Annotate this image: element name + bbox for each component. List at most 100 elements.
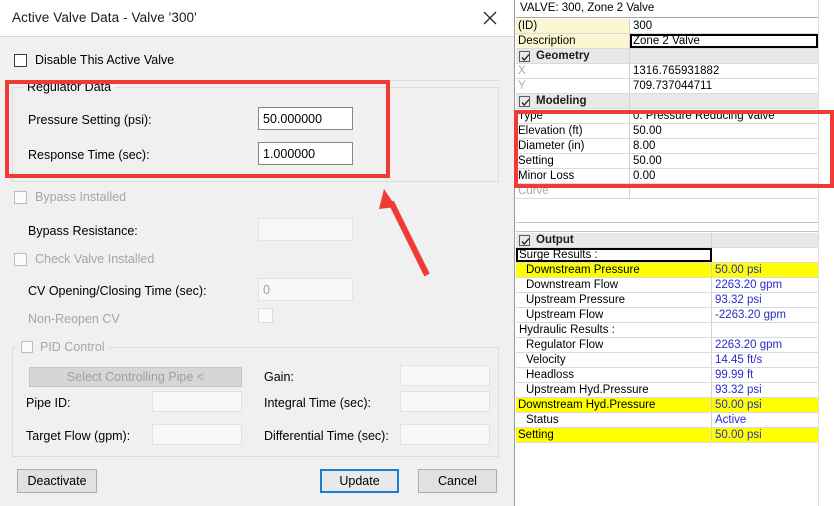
section-label: Geometry <box>536 50 590 62</box>
property-value: 14.45 ft/s <box>715 354 763 366</box>
property-label: (ID) <box>518 20 538 32</box>
property-value-cell[interactable] <box>630 184 818 198</box>
results-header-label: Surge Results : <box>519 249 598 261</box>
close-icon[interactable] <box>472 4 508 32</box>
check-valve-installed-label: Check Valve Installed <box>35 252 155 266</box>
disable-active-valve-checkbox[interactable] <box>14 53 27 67</box>
property-value: 1316.765931882 <box>633 65 720 77</box>
property-row[interactable]: Upstream Hyd.Pressure 93.32 psi <box>516 383 818 398</box>
column-divider <box>711 383 712 397</box>
property-row[interactable]: Status Active <box>516 413 818 428</box>
property-row[interactable]: Headloss 99.99 ft <box>516 368 818 383</box>
disable-active-valve-label: Disable This Active Valve <box>35 53 175 67</box>
check-valve-installed-checkbox-row[interactable]: Check Valve Installed <box>14 252 154 266</box>
property-value-cell[interactable] <box>630 169 818 183</box>
property-label: Upstream Flow <box>526 309 604 321</box>
property-label: Headloss <box>526 369 574 381</box>
property-label: Setting <box>518 429 554 441</box>
property-label: Upstream Pressure <box>526 294 626 306</box>
response-time-input[interactable] <box>258 142 353 165</box>
property-row[interactable]: Upstream Flow -2263.20 gpm <box>516 308 818 323</box>
property-row[interactable]: Description Zone 2 Valve <box>516 34 818 49</box>
panel-right-strip <box>818 0 834 506</box>
differential-time-input[interactable] <box>400 424 490 445</box>
section-expand-checkbox[interactable] <box>519 51 530 62</box>
property-row[interactable]: Setting 50.00 <box>516 154 818 169</box>
deactivate-button[interactable]: Deactivate <box>17 469 97 493</box>
pressure-setting-input[interactable] <box>258 107 353 130</box>
column-divider <box>711 338 712 352</box>
section-label: Modeling <box>536 95 587 107</box>
property-value: 0: Pressure Reducing Valve <box>633 110 775 122</box>
property-row[interactable]: Velocity 14.45 ft/s <box>516 353 818 368</box>
property-row[interactable]: Hydraulic Results : <box>516 323 818 338</box>
gain-input[interactable] <box>400 365 490 386</box>
response-time-label: Response Time (sec): <box>28 148 150 162</box>
check-valve-installed-checkbox[interactable] <box>14 252 27 266</box>
pipe-id-label: Pipe ID: <box>26 396 71 410</box>
column-divider <box>711 413 712 427</box>
target-flow-label: Target Flow (gpm): <box>26 429 131 443</box>
property-row[interactable]: Surge Results : <box>516 248 818 263</box>
output-grid: Output Surge Results : Downstream Pressure… <box>516 233 818 443</box>
bypass-installed-checkbox[interactable] <box>14 190 27 204</box>
property-label: Curve <box>518 185 549 197</box>
pipe-id-input[interactable] <box>152 391 242 412</box>
property-row[interactable]: Upstream Pressure 93.32 psi <box>516 293 818 308</box>
property-row[interactable]: Downstream Flow 2263.20 gpm <box>516 278 818 293</box>
pid-control-label: PID Control <box>40 340 105 354</box>
bypass-resistance-input[interactable] <box>258 218 353 241</box>
cancel-button[interactable]: Cancel <box>418 469 497 493</box>
property-section-row[interactable]: Modeling <box>516 94 818 109</box>
bypass-installed-checkbox-row[interactable]: Bypass Installed <box>14 190 126 204</box>
property-label: Description <box>518 35 576 47</box>
property-value: 50.00 <box>633 125 662 137</box>
property-value-cell[interactable] <box>630 19 818 33</box>
integral-time-label: Integral Time (sec): <box>264 396 371 410</box>
section-expand-checkbox[interactable] <box>519 96 530 107</box>
property-section-row[interactable]: Output <box>516 233 818 248</box>
cv-opening-closing-time-input[interactable] <box>258 278 353 301</box>
property-row[interactable]: Diameter (in) 8.00 <box>516 139 818 154</box>
property-row[interactable]: (ID) 300 <box>516 19 818 34</box>
property-row[interactable]: X 1316.765931882 <box>516 64 818 79</box>
non-reopen-cv-checkbox[interactable] <box>258 308 273 323</box>
property-row[interactable]: Elevation (ft) 50.00 <box>516 124 818 139</box>
update-button[interactable]: Update <box>320 469 399 493</box>
bypass-resistance-label: Bypass Resistance: <box>28 224 138 238</box>
property-value: 300 <box>633 20 653 32</box>
column-divider <box>711 323 712 337</box>
property-row[interactable]: Setting 50.00 psi <box>516 428 818 443</box>
property-label-cell <box>516 64 629 78</box>
pressure-setting-label: Pressure Setting (psi): <box>28 113 152 127</box>
column-divider <box>629 49 630 63</box>
property-row[interactable]: Downstream Pressure 50.00 psi <box>516 263 818 278</box>
disable-active-valve-checkbox-row[interactable]: Disable This Active Valve <box>14 53 174 67</box>
column-divider <box>629 109 630 123</box>
dialog-titlebar: Active Valve Data - Valve '300' <box>0 0 514 37</box>
property-value: 50.00 <box>633 155 662 167</box>
property-row[interactable]: Y 709.737044711 <box>516 79 818 94</box>
select-controlling-pipe-button[interactable]: Select Controlling Pipe < <box>29 367 242 387</box>
property-value: Zone 2 Valve <box>633 35 700 47</box>
column-divider <box>629 169 630 183</box>
integral-time-input[interactable] <box>400 391 490 412</box>
property-label: Minor Loss <box>518 170 575 182</box>
panel-header: VALVE: 300, Zone 2 Valve <box>516 0 818 18</box>
non-reopen-cv-label: Non-Reopen CV <box>28 312 120 326</box>
property-row[interactable]: Type 0: Pressure Reducing Valve <box>516 109 818 124</box>
column-divider <box>711 233 712 247</box>
property-row[interactable]: Curve <box>516 184 818 199</box>
property-row[interactable]: Downstream Hyd.Pressure 50.00 psi <box>516 398 818 413</box>
property-section-row[interactable]: Geometry <box>516 49 818 64</box>
dialog-body: Disable This Active Valve Regulator Data… <box>0 37 514 506</box>
section-expand-checkbox[interactable] <box>519 235 530 246</box>
pid-control-checkbox[interactable] <box>21 341 33 353</box>
column-divider <box>711 353 712 367</box>
target-flow-input[interactable] <box>152 424 242 445</box>
column-divider <box>711 278 712 292</box>
property-label: Downstream Hyd.Pressure <box>518 399 656 411</box>
property-row[interactable]: Minor Loss 0.00 <box>516 169 818 184</box>
property-row[interactable]: Regulator Flow 2263.20 gpm <box>516 338 818 353</box>
property-value-cell[interactable] <box>630 139 818 153</box>
